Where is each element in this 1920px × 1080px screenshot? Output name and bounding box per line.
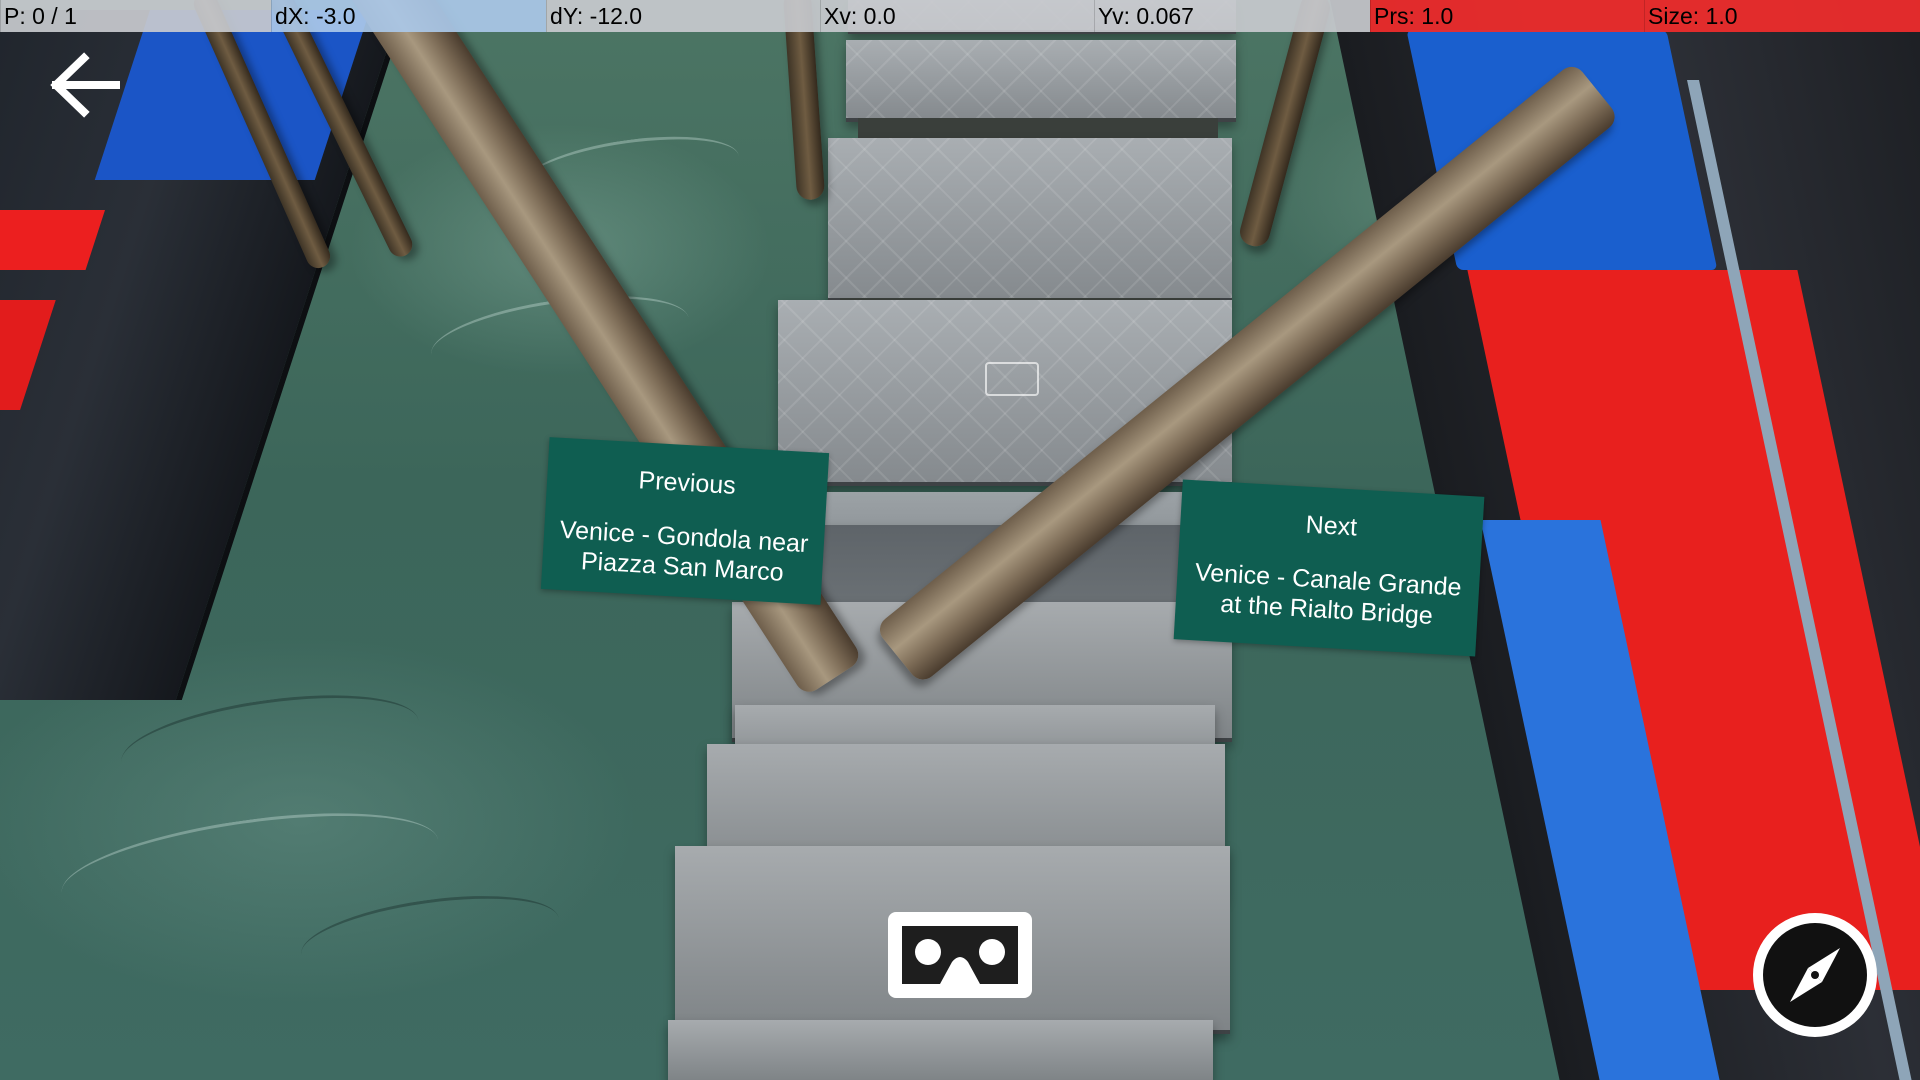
previous-destination: Venice - Gondola near Piazza San Marco — [542, 514, 825, 590]
status-xv: Xv: 0.0 — [820, 0, 1095, 32]
vr-mode-button[interactable] — [888, 912, 1032, 998]
dock-step — [828, 138, 1232, 302]
debug-status-bar: P: 0 / 1 dX: -3.0 dY: -12.0 Xv: 0.0 Yv: … — [0, 0, 1920, 32]
next-destination: Venice - Canale Grande at the Rialto Bri… — [1175, 556, 1480, 633]
dock-plank — [668, 1020, 1213, 1080]
next-scene-button[interactable]: Next Venice - Canale Grande at the Rialt… — [1173, 479, 1485, 657]
dock-step — [846, 40, 1236, 122]
previous-label: Previous — [637, 466, 737, 500]
previous-scene-button[interactable]: Previous Venice - Gondola near Piazza Sa… — [540, 437, 830, 605]
status-dx: dX: -3.0 — [271, 0, 547, 32]
cardboard-vr-icon — [902, 926, 1018, 984]
status-dy: dY: -12.0 — [546, 0, 821, 32]
watermark-logo — [985, 362, 1039, 396]
status-position: P: 0 / 1 — [0, 0, 272, 32]
status-size: Size: 1.0 — [1644, 0, 1920, 32]
back-button[interactable] — [44, 50, 124, 120]
status-pressure: Prs: 1.0 — [1370, 0, 1644, 32]
compass-icon — [1753, 913, 1877, 1037]
status-yv: Yv: 0.067 — [1094, 0, 1370, 32]
back-arrow-icon — [50, 52, 120, 118]
compass-button[interactable] — [1752, 912, 1878, 1038]
next-label: Next — [1304, 510, 1358, 542]
